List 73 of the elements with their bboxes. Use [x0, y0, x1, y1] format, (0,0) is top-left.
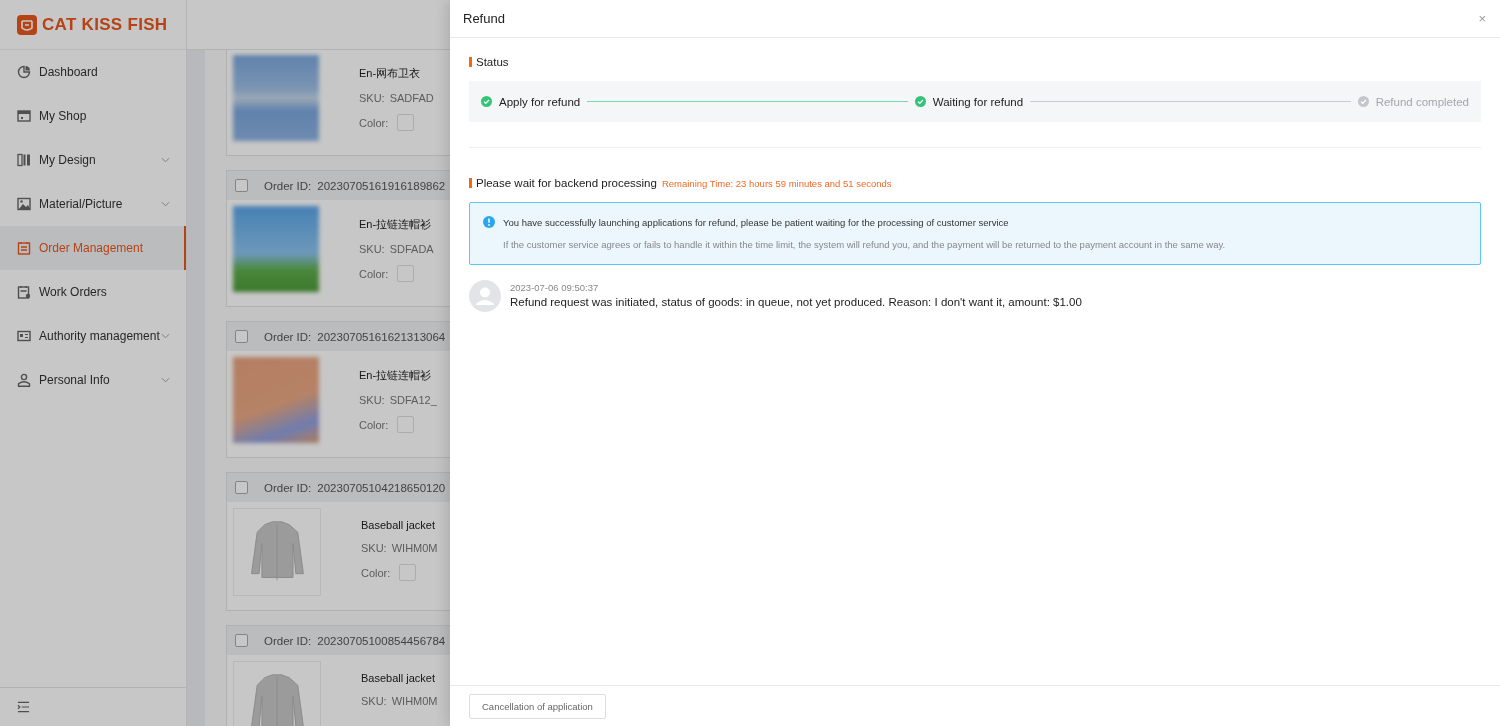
product-title: Baseball jacket — [361, 519, 436, 531]
color-swatch — [397, 114, 415, 131]
menu-icon[interactable] — [17, 701, 30, 713]
color-label: Color: — [359, 267, 389, 280]
notice-message: You have successfully launching applications for refund, please be patient waiting for the processing of customer service — [503, 216, 1009, 228]
sku-value: SDFA12_ — [389, 393, 437, 406]
checkbox[interactable] — [235, 179, 248, 192]
sidebar-item[interactable]: Work Orders — [0, 270, 186, 314]
sku-value: SDFADA — [389, 242, 434, 255]
sidebar-item[interactable]: My Design — [0, 138, 186, 182]
color-label: Color: — [361, 566, 391, 579]
logo-text: CAT KISS FISH — [42, 14, 168, 35]
cancel-application-button[interactable]: Cancellation of application — [469, 693, 606, 719]
step-label: Waiting for refund — [932, 95, 1024, 108]
remaining-time: Remaining Time: 23 hours 59 minutes and 51 seconds — [661, 177, 892, 189]
sku-value: WIHM0M — [391, 694, 438, 707]
columns-icon — [17, 153, 31, 167]
color-label: Color: — [359, 418, 389, 431]
checkbox[interactable] — [235, 481, 248, 494]
drawer-title: Refund — [463, 11, 505, 26]
order-id: 20230705161621313064 — [317, 330, 446, 343]
sku-label: SKU: — [361, 694, 387, 707]
log-time: 2023-07-06 09:50:37 — [510, 282, 600, 293]
order-id-label: Order ID: — [264, 179, 312, 192]
sidebar-item[interactable]: Dashboard — [0, 50, 186, 94]
chevron-down-icon — [161, 377, 170, 383]
step-label: Apply for refund — [499, 95, 581, 108]
step-label: Refund completed — [1375, 95, 1469, 108]
sku-label: SKU: — [361, 541, 387, 554]
sidebar-item[interactable]: Material/Picture — [0, 182, 186, 226]
sku-label: SKU: — [359, 393, 385, 406]
sku-label: SKU: — [359, 242, 385, 255]
order-id: 20230705104218650120 — [317, 481, 446, 494]
color-swatch — [399, 564, 417, 581]
chevron-down-icon — [161, 201, 170, 207]
notice-detail: If the customer service agrees or fails to handle it within the time limit, the system will refund you, and the payment will be returned to the payment account in the same way. — [502, 239, 1227, 250]
sidebar-item[interactable]: My Shop — [0, 94, 186, 138]
chevron-down-icon — [161, 157, 170, 163]
order-id: 20230705100854456784 — [317, 634, 446, 647]
color-swatch — [397, 416, 415, 433]
id-card-icon — [17, 329, 31, 343]
sidebar-item[interactable]: Personal Info — [0, 358, 186, 402]
section-title: Please wait for backend processing — [476, 177, 657, 189]
product-title: Baseball jacket — [361, 672, 436, 684]
section-title: Status — [476, 56, 509, 68]
order-id-label: Order ID: — [264, 481, 312, 494]
person-icon — [17, 373, 31, 387]
clipboard-icon — [17, 241, 31, 255]
order-id-label: Order ID: — [264, 634, 312, 647]
order-id-label: Order ID: — [264, 330, 312, 343]
color-swatch — [397, 265, 415, 282]
logo-icon — [17, 14, 37, 35]
sku-value: SADFAD — [389, 91, 434, 104]
order-id: 20230705161916189862 — [317, 179, 446, 192]
sku-value: WIHM0M — [391, 541, 438, 554]
checkbox[interactable] — [235, 634, 248, 647]
log-message: Refund request was initiated, status of goods: in queue, not yet produced. Reason: I don't want it, amount: $1.00 — [510, 296, 1082, 308]
accent-bar — [469, 57, 472, 67]
chevron-down-icon — [161, 333, 170, 339]
accent-bar — [469, 178, 472, 188]
product-title: En-拉链连帽衫 — [359, 368, 433, 383]
avatar-icon — [469, 280, 501, 312]
calendar-icon — [17, 285, 31, 299]
checkbox[interactable] — [235, 330, 248, 343]
product-title: En-网布卫衣 — [359, 66, 422, 81]
pie-chart-icon — [17, 65, 31, 79]
sku-label: SKU: — [359, 91, 385, 104]
color-label: Color: — [359, 116, 389, 129]
image-icon — [17, 197, 31, 211]
store-icon — [17, 109, 31, 123]
product-title: En-拉链连帽衫 — [359, 217, 433, 232]
sidebar-item[interactable]: Authority management — [0, 314, 186, 358]
info-icon — [483, 216, 495, 228]
